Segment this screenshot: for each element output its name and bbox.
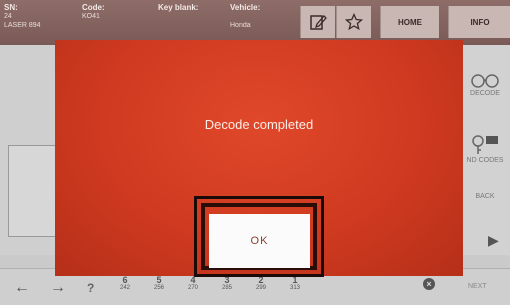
digit-depth: 299 <box>255 285 266 291</box>
digit-cut-4[interactable]: 4 270 <box>179 275 207 291</box>
arrow-right-icon[interactable]: → <box>50 279 66 297</box>
code-value: KO41 <box>82 13 100 20</box>
digit-cut-6[interactable]: 6 242 <box>111 275 139 291</box>
header-bar: SN: 24 LASER 894 Code: KO41 Key blank: V… <box>0 0 510 45</box>
glasses-icon <box>471 74 499 88</box>
edit-icon <box>310 15 327 30</box>
edit-button[interactable] <box>300 6 335 38</box>
codes-label: ND CODES <box>466 157 504 164</box>
dialog-message: Decode completed <box>204 117 314 132</box>
digit-depth: 256 <box>153 285 164 291</box>
decode-item[interactable]: DECODE <box>460 70 510 97</box>
sn-label: SN: <box>4 3 18 12</box>
key-blank-label: Key blank: <box>158 3 199 12</box>
code-field: Code: KO41 <box>82 3 105 21</box>
back-label: BACK <box>475 193 495 200</box>
digit-depth: 242 <box>119 285 130 291</box>
info-button[interactable]: INFO <box>448 6 510 38</box>
digit-depth: 285 <box>221 285 232 291</box>
sn-field: SN: 24 LASER 894 <box>4 3 41 30</box>
vehicle-label: Vehicle: <box>230 3 261 12</box>
digit-cut-2[interactable]: 2 299 <box>247 275 275 291</box>
vehicle-value: Honda <box>230 22 251 29</box>
sn-value-2: LASER 894 <box>4 22 41 29</box>
digit-cut-3[interactable]: 3 285 <box>213 275 241 291</box>
home-button[interactable]: HOME <box>380 6 439 38</box>
code-label: Code: <box>82 3 105 12</box>
next-button[interactable]: NEXT <box>468 283 487 290</box>
decode-label: DECODE <box>470 90 500 97</box>
ok-button[interactable]: OK <box>209 214 310 268</box>
sn-value: 24 <box>4 13 12 20</box>
arrow-left-icon[interactable]: ← <box>14 279 30 297</box>
key-profile-box <box>8 145 58 237</box>
digit-cut-1[interactable]: 1 313 <box>281 275 309 291</box>
favorite-button[interactable] <box>336 6 371 38</box>
digit-depth: 270 <box>187 285 198 291</box>
codes-item[interactable]: ND CODES <box>460 133 510 164</box>
help-button[interactable]: ? <box>87 281 94 295</box>
chevron-right-icon[interactable]: ▶ <box>488 232 499 249</box>
close-icon[interactable]: × <box>423 278 435 290</box>
back-item[interactable]: BACK <box>460 193 510 200</box>
digit-cut-5[interactable]: 5 256 <box>145 275 173 291</box>
vehicle-field: Vehicle: Honda <box>230 3 260 30</box>
digit-depth: 313 <box>289 285 300 291</box>
digit-value: 6 <box>122 275 128 285</box>
app-screen: SN: 24 LASER 894 Code: KO41 Key blank: V… <box>0 0 510 305</box>
left-pane <box>0 45 60 255</box>
key-blank-field: Key blank: <box>158 3 198 12</box>
side-panel: DECODE ND CODES BACK <box>460 45 510 255</box>
digit-value: 5 <box>156 275 162 285</box>
star-icon <box>345 13 363 31</box>
key-icon <box>472 135 498 154</box>
